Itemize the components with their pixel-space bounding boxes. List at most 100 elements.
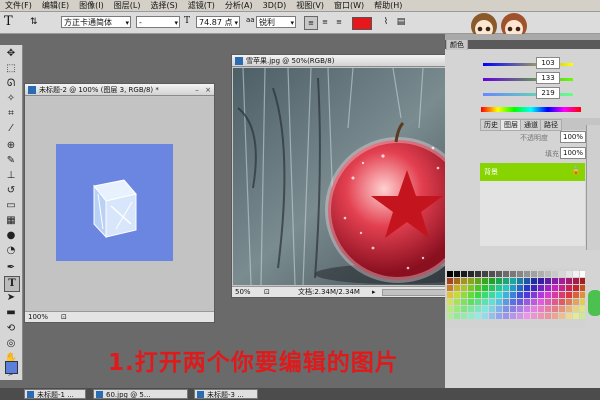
- window-title-bar[interactable]: 未标题-2 @ 100% (图层 3, RGB/8) *: [25, 84, 214, 96]
- layer-row-background[interactable]: 背景 🔒: [480, 163, 585, 181]
- color-swatch[interactable]: [517, 292, 523, 298]
- color-swatch[interactable]: [461, 278, 467, 284]
- color-swatch[interactable]: [447, 313, 453, 319]
- color-swatch[interactable]: [510, 306, 516, 312]
- color-swatch[interactable]: [454, 299, 460, 305]
- type-tool-icon[interactable]: T: [4, 276, 20, 292]
- color-swatch[interactable]: [545, 292, 551, 298]
- menu-view[interactable]: 视图(V): [291, 0, 329, 11]
- side-widget-icon[interactable]: [588, 290, 600, 316]
- color-swatch[interactable]: [524, 299, 530, 305]
- color-swatch[interactable]: [510, 271, 516, 277]
- color-swatch[interactable]: [531, 292, 537, 298]
- color-swatch[interactable]: [510, 313, 516, 319]
- color-swatch[interactable]: [566, 271, 572, 277]
- color-swatch[interactable]: [559, 299, 565, 305]
- color-swatch[interactable]: [517, 285, 523, 291]
- color-swatch[interactable]: [552, 306, 558, 312]
- tab-paths[interactable]: 路径: [540, 119, 562, 131]
- color-swatch[interactable]: [510, 285, 516, 291]
- menu-file[interactable]: 文件(F): [0, 0, 37, 11]
- document-window-untitled-2[interactable]: 未标题-2 @ 100% (图层 3, RGB/8) * – × 100% ⊡: [24, 83, 215, 323]
- color-swatch[interactable]: [517, 299, 523, 305]
- magic-wand-tool-icon[interactable]: ✧: [4, 92, 18, 106]
- color-swatch[interactable]: [545, 271, 551, 277]
- color-swatch[interactable]: [580, 285, 586, 291]
- color-swatch[interactable]: [475, 299, 481, 305]
- color-swatch[interactable]: [552, 299, 558, 305]
- close-icon[interactable]: ×: [204, 86, 212, 94]
- orientation-toggle-icon[interactable]: ⇅: [30, 15, 40, 29]
- color-swatch[interactable]: [482, 306, 488, 312]
- color-swatch[interactable]: [454, 313, 460, 319]
- healing-brush-tool-icon[interactable]: ⊕: [4, 139, 18, 153]
- foreground-color-swatch[interactable]: [5, 361, 18, 374]
- color-swatch[interactable]: [461, 271, 467, 277]
- color-swatch[interactable]: [503, 292, 509, 298]
- tab-channels[interactable]: 通道: [520, 119, 542, 131]
- color-swatch[interactable]: [475, 278, 481, 284]
- tab-history[interactable]: 历史: [480, 119, 502, 131]
- green-value-input[interactable]: 133: [536, 72, 560, 84]
- color-swatch[interactable]: [552, 278, 558, 284]
- color-swatch[interactable]: [482, 299, 488, 305]
- color-swatch[interactable]: [461, 306, 467, 312]
- color-swatch[interactable]: [545, 313, 551, 319]
- color-swatch[interactable]: [573, 306, 579, 312]
- menu-window[interactable]: 窗口(W): [329, 0, 369, 11]
- brush-tool-icon[interactable]: ✎: [4, 154, 18, 168]
- color-swatch[interactable]: [447, 292, 453, 298]
- color-swatch[interactable]: [559, 278, 565, 284]
- antialias-select[interactable]: 锐利 ▾: [256, 16, 296, 28]
- color-swatch[interactable]: [573, 278, 579, 284]
- color-swatch[interactable]: [531, 285, 537, 291]
- color-swatch[interactable]: [454, 292, 460, 298]
- color-swatch[interactable]: [566, 299, 572, 305]
- color-swatch[interactable]: [496, 313, 502, 319]
- taskbar-item-untitled-1[interactable]: 未标题-1 ...: [24, 389, 86, 399]
- character-panel-icon[interactable]: ▤: [395, 16, 407, 28]
- color-swatch[interactable]: [461, 299, 467, 305]
- color-swatch[interactable]: [489, 299, 495, 305]
- menu-layer[interactable]: 图层(L): [109, 0, 146, 11]
- path-selection-tool-icon[interactable]: ➤: [4, 291, 18, 305]
- align-center-button[interactable]: ≡: [319, 16, 331, 28]
- color-spectrum-bar[interactable]: [481, 107, 581, 112]
- color-swatch[interactable]: [573, 292, 579, 298]
- color-swatch[interactable]: [447, 306, 453, 312]
- menu-select[interactable]: 选择(S): [145, 0, 182, 11]
- color-swatch[interactable]: [496, 285, 502, 291]
- color-swatch[interactable]: [475, 285, 481, 291]
- color-swatch[interactable]: [538, 278, 544, 284]
- color-swatch[interactable]: [489, 313, 495, 319]
- color-swatch[interactable]: [482, 313, 488, 319]
- canvas-area[interactable]: [25, 97, 214, 311]
- color-swatch[interactable]: [531, 313, 537, 319]
- color-swatch[interactable]: [524, 285, 530, 291]
- color-swatch[interactable]: [482, 278, 488, 284]
- color-swatch[interactable]: [503, 299, 509, 305]
- color-swatch[interactable]: [580, 306, 586, 312]
- color-swatch[interactable]: [461, 285, 467, 291]
- lasso-tool-icon[interactable]: ᘏ: [4, 77, 18, 91]
- status-menu-arrow-icon[interactable]: ▸: [372, 287, 376, 297]
- color-swatch[interactable]: [461, 313, 467, 319]
- color-swatch[interactable]: [580, 271, 586, 277]
- color-swatch[interactable]: [510, 299, 516, 305]
- color-swatch[interactable]: [566, 278, 572, 284]
- 3d-rotate-tool-icon[interactable]: ⟲: [4, 322, 18, 336]
- color-swatch[interactable]: [538, 306, 544, 312]
- color-swatch[interactable]: [552, 313, 558, 319]
- color-swatch[interactable]: [454, 285, 460, 291]
- color-swatch[interactable]: [468, 285, 474, 291]
- color-swatch[interactable]: [503, 271, 509, 277]
- color-swatch[interactable]: [496, 271, 502, 277]
- minimize-icon[interactable]: –: [193, 86, 201, 94]
- font-family-select[interactable]: 方正卡通简体 ▾: [61, 16, 131, 28]
- blue-value-input[interactable]: 219: [536, 87, 560, 99]
- dodge-tool-icon[interactable]: ◔: [4, 244, 18, 258]
- color-swatch[interactable]: [524, 292, 530, 298]
- color-swatch[interactable]: [538, 313, 544, 319]
- text-tool-icon[interactable]: T: [4, 15, 24, 29]
- opacity-input[interactable]: 100%: [560, 131, 586, 143]
